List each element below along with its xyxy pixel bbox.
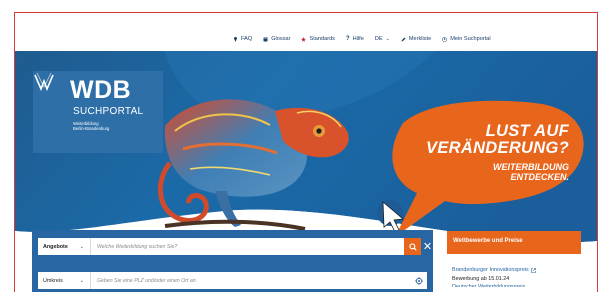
- location-input[interactable]: [91, 272, 410, 289]
- side-item-link[interactable]: Brandenburger Innovationspreis: [452, 266, 581, 275]
- nav-glossar[interactable]: Glossar: [263, 36, 290, 42]
- nav-merkliste-label: Merkliste: [408, 36, 432, 42]
- side-panel-heading: Wettbewerbe und Preise: [447, 231, 581, 254]
- close-search-button[interactable]: ✕: [422, 239, 433, 254]
- hero-line2: VERÄNDERUNG?: [426, 138, 569, 157]
- side-panel-body: Brandenburger Innovationspreis Bewerbung…: [447, 254, 581, 292]
- user-icon: [442, 36, 448, 42]
- nav-standards-label: Standards: [309, 36, 335, 42]
- question-icon: ?: [345, 36, 350, 42]
- language-label: DE: [374, 36, 383, 42]
- hero-line4: ENTDECKEN.: [510, 172, 569, 182]
- nav-mein-suchportal[interactable]: Mein Suchportal: [442, 36, 491, 42]
- nav-hilfe-label: Hilfe: [352, 36, 364, 42]
- pencil-icon: [401, 37, 406, 41]
- external-link-icon: [530, 267, 536, 273]
- radius-select[interactable]: Umkreis ⌄: [38, 272, 91, 289]
- search-input[interactable]: [91, 238, 404, 255]
- hero-headline: LUST AUF VERÄNDERUNG? WEITERBILDUNG ENTD…: [419, 123, 569, 182]
- logo-suchportal-text: SUCHPORTAL: [73, 106, 144, 117]
- book-icon: [263, 37, 268, 41]
- crosshair-icon: [414, 276, 423, 285]
- radius-value: Umkreis: [43, 277, 63, 284]
- search-button[interactable]: [404, 238, 421, 255]
- star-icon: [301, 36, 307, 42]
- nav-faq-label: FAQ: [241, 36, 253, 42]
- nav-faq[interactable]: FAQ: [233, 36, 252, 42]
- search-row-location: Umkreis ⌄: [38, 272, 427, 289]
- side-item-link-text: Brandenburger Innovationspreis: [452, 267, 529, 273]
- pin-icon: [233, 36, 238, 42]
- top-navigation: FAQ Glossar Standards ? Hilfe DE ⌄ Merkl…: [233, 36, 491, 42]
- offer-type-value: Angebote: [43, 243, 68, 250]
- side-item-next[interactable]: Deutscher Weiterbildungspreis: [452, 283, 581, 287]
- nav-mein-suchportal-label: Mein Suchportal: [450, 36, 491, 42]
- side-item-text: Bewerbung ab 15.01.24: [452, 275, 510, 282]
- nav-standards[interactable]: Standards: [301, 36, 335, 42]
- locate-button[interactable]: [410, 272, 427, 289]
- page-frame: FAQ Glossar Standards ? Hilfe DE ⌄ Merkl…: [14, 12, 598, 292]
- hero-line3: WEITERBILDUNG: [493, 162, 569, 172]
- nav-merkliste[interactable]: Merkliste: [401, 36, 431, 42]
- hero-line1: LUST AUF: [485, 122, 569, 140]
- close-icon: ✕: [422, 241, 433, 253]
- logo-wdb-text: WDB: [70, 76, 132, 104]
- chevron-down-icon: ⌄: [385, 36, 390, 42]
- wdb-logo[interactable]: WDB SUCHPORTAL Weiterbildung Berlin-Bran…: [33, 71, 163, 153]
- search-icon: [408, 242, 417, 251]
- side-heading-text: Wettbewerbe und Preise: [453, 238, 523, 244]
- logo-subtitle-line2: Berlin-Brandenburg: [73, 126, 110, 131]
- search-panel: Angebote ⌄ ✕ Umkreis ⌄: [32, 230, 433, 292]
- search-row-query: Angebote ⌄: [38, 238, 421, 255]
- chevron-down-icon: ⌄: [79, 243, 84, 250]
- wdb-logo-mark-icon: [34, 72, 54, 92]
- chevron-down-icon: ⌄: [79, 277, 84, 284]
- nav-glossar-label: Glossar: [271, 36, 291, 42]
- language-select[interactable]: DE ⌄: [375, 36, 390, 42]
- nav-hilfe[interactable]: ? Hilfe: [346, 36, 364, 42]
- logo-subtitle: Weiterbildung Berlin-Brandenburg: [73, 121, 109, 131]
- offer-type-select[interactable]: Angebote ⌄: [38, 238, 91, 255]
